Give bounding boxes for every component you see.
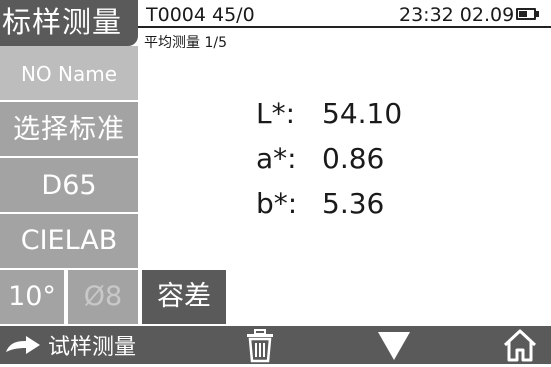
sample-measure-button[interactable]: 试样测量	[4, 326, 136, 364]
aperture-button[interactable]: Ø8	[68, 270, 138, 324]
measurement-mode: 平均测量 1/5	[144, 35, 227, 51]
illuminant-button[interactable]: D65	[0, 158, 138, 214]
a-star-value: 0.86	[322, 142, 385, 175]
measurement-id: T0004 45/0	[146, 4, 255, 26]
select-standard-button[interactable]: 选择标准	[0, 102, 138, 158]
header-divider	[138, 26, 551, 28]
l-star-label: L*:	[256, 97, 296, 130]
tolerance-button[interactable]: 容差	[142, 270, 226, 324]
scroll-down-button[interactable]	[376, 330, 412, 362]
clock-date: 23:32 02.09	[399, 4, 515, 26]
b-star-label: b*:	[256, 187, 298, 220]
b-star-value: 5.36	[322, 187, 385, 220]
arrow-right-icon	[6, 336, 40, 354]
trash-icon	[247, 329, 273, 363]
l-star-value: 54.10	[322, 97, 403, 130]
battery-tip	[536, 11, 539, 17]
home-icon	[503, 329, 537, 362]
sample-measure-label: 试样测量	[48, 335, 137, 360]
down-triangle-icon	[378, 332, 410, 360]
observer-angle-button[interactable]: 10°	[0, 270, 64, 324]
color-space-button[interactable]: CIELAB	[0, 214, 138, 268]
page-title: 标样测量	[0, 0, 138, 46]
sample-name-button[interactable]: NO Name	[0, 46, 138, 102]
home-button[interactable]	[502, 328, 538, 362]
a-star-label: a*:	[256, 142, 297, 175]
delete-button[interactable]	[245, 329, 275, 363]
battery-icon	[516, 8, 536, 20]
